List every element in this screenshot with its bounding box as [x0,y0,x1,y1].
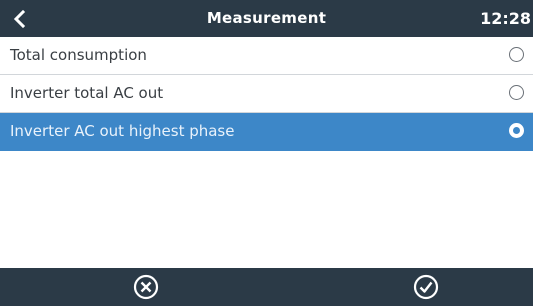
option-inverter-total-ac-out[interactable]: Inverter total AC out [0,75,533,113]
radio-button[interactable] [509,85,524,100]
option-inverter-ac-out-highest-phase[interactable]: Inverter AC out highest phase [0,113,533,151]
title-bar: Measurement 12:28 [0,0,533,37]
option-label: Inverter AC out highest phase [10,122,235,140]
option-label: Inverter total AC out [10,84,164,102]
cancel-circle-icon [133,274,159,300]
option-label: Total consumption [10,46,147,64]
option-total-consumption[interactable]: Total consumption [0,37,533,75]
measurement-options-list: Total consumption Inverter total AC out … [0,37,533,151]
radio-button[interactable] [509,47,524,62]
bottom-bar [0,268,533,306]
radio-button-selected[interactable] [509,123,524,138]
screen: Measurement 12:28 Total consumption Inve… [0,0,533,306]
page-title: Measurement [206,9,327,27]
confirm-button[interactable] [412,273,440,301]
cancel-button[interactable] [132,273,160,301]
check-circle-icon [413,274,439,300]
clock: 12:28 [480,9,531,28]
